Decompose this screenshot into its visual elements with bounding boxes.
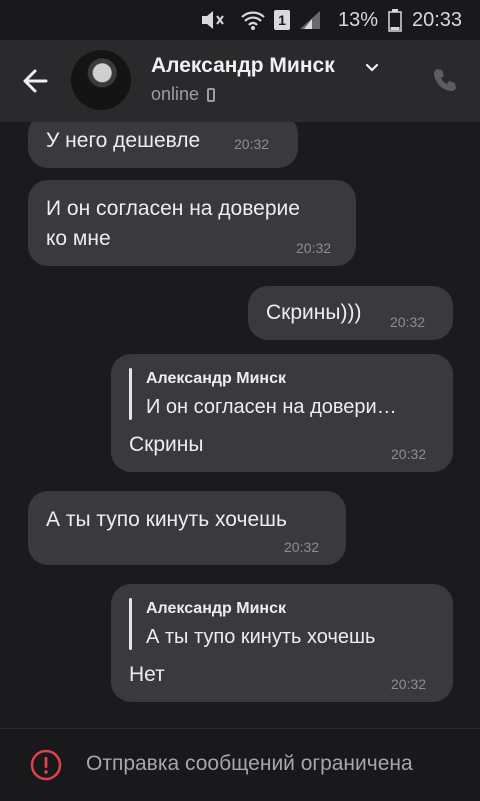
quote-author: Александр Минск: [146, 370, 286, 387]
contact-name[interactable]: Александр Минск: [151, 54, 335, 78]
message-time: 20:32: [391, 676, 427, 692]
signal-icon: [298, 0, 322, 40]
call-button[interactable]: [430, 65, 460, 95]
message-bubble-incoming[interactable]: А ты тупо кинуть хочешь 20:32: [28, 491, 346, 565]
message-bubble-outgoing-reply[interactable]: Александр Минск А ты тупо кинуть хочешь …: [111, 584, 453, 702]
message-bubble-incoming[interactable]: И он согласен на доверие ко мне 20:32: [28, 180, 356, 266]
restriction-notice: Отправка сообщений ограничена: [86, 752, 413, 775]
message-text-line: ко мне: [46, 227, 111, 250]
message-time: 20:32: [391, 446, 427, 462]
avatar[interactable]: [71, 50, 131, 110]
battery-icon: [388, 0, 402, 40]
quote-bar: [129, 368, 132, 420]
message-bubble-incoming[interactable]: У него дешевле 20:32: [28, 122, 298, 168]
quote-text: И он согласен на довери…: [146, 396, 397, 418]
warning-circle-icon: [30, 749, 62, 781]
status-bar: 1 13% 20:33: [0, 0, 480, 40]
arrow-left-icon: [23, 69, 48, 93]
chat-header: Александр Минск online: [0, 40, 480, 122]
message-bubble-outgoing[interactable]: Скрины))) 20:32: [248, 286, 453, 340]
message-text: А ты тупо кинуть хочешь: [46, 508, 287, 531]
clock: 20:33: [412, 8, 463, 31]
quote-author: Александр Минск: [146, 600, 286, 617]
message-bubble-outgoing-reply[interactable]: Александр Минск И он согласен на довери……: [111, 354, 453, 472]
back-button[interactable]: [16, 61, 56, 101]
presence-status: online: [151, 84, 216, 105]
mobile-device-icon: [207, 87, 216, 102]
wifi-icon: [240, 0, 266, 40]
message-list[interactable]: У него дешевле 20:32 И он согласен на до…: [0, 122, 480, 728]
quote-text: А ты тупо кинуть хочешь: [146, 626, 376, 648]
sim-badge: 1: [274, 0, 290, 40]
battery-percent: 13%: [338, 8, 379, 31]
message-text: Нет: [129, 663, 165, 686]
message-text-line: И он согласен на доверие: [46, 197, 300, 220]
message-text: Скрины))): [266, 301, 362, 324]
composer-restricted-banner: Отправка сообщений ограничена: [0, 728, 480, 801]
chevron-down-icon[interactable]: [364, 60, 380, 76]
message-time: 20:32: [390, 314, 426, 330]
message-time: 20:32: [234, 136, 270, 152]
message-text: Скрины: [129, 433, 204, 456]
mute-icon: [200, 0, 226, 40]
message-time: 20:32: [284, 539, 320, 555]
quote-bar: [129, 598, 132, 650]
presence-label: online: [151, 84, 200, 104]
phone-icon: [434, 69, 456, 91]
message-text: У него дешевле: [46, 129, 201, 152]
message-time: 20:32: [296, 240, 332, 256]
